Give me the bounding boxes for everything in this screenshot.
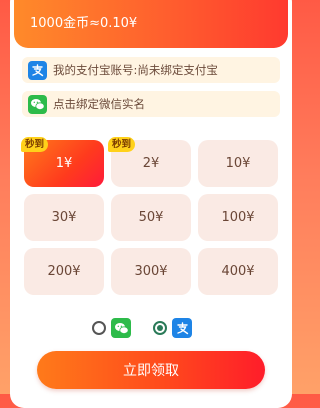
amount-option-100[interactable]: 100¥ xyxy=(198,194,278,241)
alipay-account-text: 我的支付宝账号:尚未绑定支付宝 xyxy=(53,63,218,77)
amount-label: 2¥ xyxy=(142,156,160,171)
amount-option-400[interactable]: 400¥ xyxy=(198,248,278,295)
amount-option-30[interactable]: 30¥ xyxy=(24,194,104,241)
amount-label: 100¥ xyxy=(221,210,255,225)
wechat-bind-text: 点击绑定微信实名 xyxy=(53,97,145,111)
amount-option-10[interactable]: 10¥ xyxy=(198,140,278,187)
alipay-account-row[interactable]: 我的支付宝账号:尚未绑定支付宝 xyxy=(22,57,280,83)
wechat-icon xyxy=(28,94,47,114)
wechat-radio[interactable] xyxy=(92,321,106,335)
amount-label: 1¥ xyxy=(55,156,73,171)
claim-button-label: 立即领取 xyxy=(123,363,179,379)
alipay-radio[interactable] xyxy=(153,321,167,335)
instant-badge: 秒到 xyxy=(108,137,136,152)
amount-option-1[interactable]: 秒到 1¥ xyxy=(21,137,104,187)
alipay-icon xyxy=(28,60,47,80)
amount-option-200[interactable]: 200¥ xyxy=(24,248,104,295)
coin-rate-banner: 1000金币≈0.10¥ xyxy=(14,0,288,48)
amount-label: 200¥ xyxy=(47,264,81,279)
amount-label: 300¥ xyxy=(134,264,168,279)
amount-option-2[interactable]: 秒到 2¥ xyxy=(108,137,191,187)
amount-label: 400¥ xyxy=(221,264,255,279)
coin-rate-text: 1000金币≈0.10¥ xyxy=(30,16,138,31)
alipay-icon xyxy=(172,318,192,338)
amount-grid: 秒到 1¥ 秒到 2¥ 10¥ 30¥ 50¥ 100¥ 200¥ 300¥ 4… xyxy=(21,137,278,295)
claim-button[interactable]: 立即领取 xyxy=(37,351,265,389)
pay-option-alipay[interactable] xyxy=(153,318,192,338)
payment-method-selector xyxy=(92,318,214,338)
wechat-bind-row[interactable]: 点击绑定微信实名 xyxy=(22,91,280,117)
pay-option-wechat[interactable] xyxy=(92,318,131,338)
amount-label: 30¥ xyxy=(51,210,77,225)
instant-badge: 秒到 xyxy=(21,137,49,152)
amount-label: 10¥ xyxy=(225,156,251,171)
amount-option-300[interactable]: 300¥ xyxy=(111,248,191,295)
amount-option-50[interactable]: 50¥ xyxy=(111,194,191,241)
amount-label: 50¥ xyxy=(138,210,164,225)
wechat-icon xyxy=(111,318,131,338)
